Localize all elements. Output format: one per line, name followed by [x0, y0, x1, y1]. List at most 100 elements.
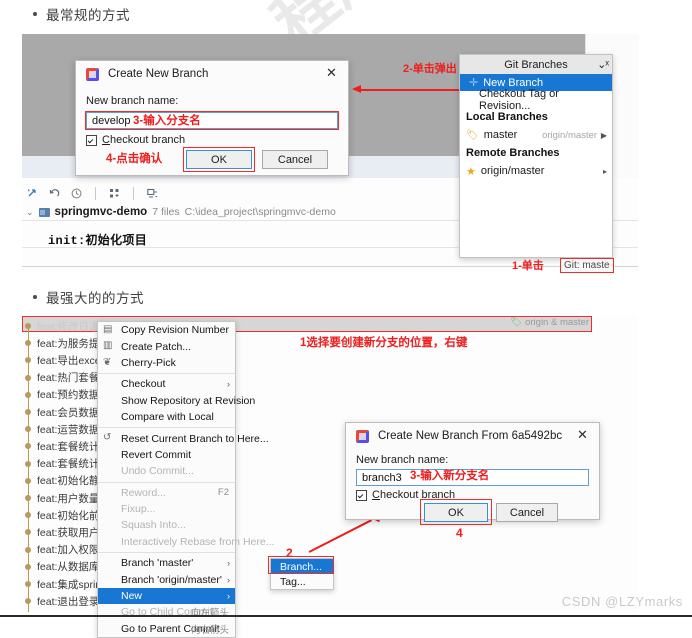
label-rest: heckout branch: [109, 134, 186, 146]
annotation-step-4: 4-点击确认: [106, 153, 163, 165]
chevron-right-icon: ›: [227, 558, 230, 569]
commit-node-icon: [25, 340, 31, 347]
cherry-icon: ❦: [103, 356, 112, 368]
menu-item-reset-current-branch-to-here[interactable]: ↺ Reset Current Branch to Here...: [98, 430, 269, 446]
dialog-2-cancel-button[interactable]: Cancel: [496, 503, 558, 522]
menu-item-shortcut: F2: [217, 487, 229, 499]
menu-item-label: Create Patch...: [121, 340, 192, 353]
commit-node-icon: [25, 323, 31, 329]
submenu-item-tag[interactable]: Tag...: [271, 574, 333, 589]
commit-node-icon: [25, 460, 31, 467]
commit-message: feat:导出excel: [37, 354, 103, 367]
commit-row[interactable]: feat:退出登录: [22, 592, 99, 610]
branch-item-origin-master[interactable]: ★ origin/master ▸: [460, 162, 612, 180]
revert-icon[interactable]: [48, 187, 61, 200]
annotation-step-3: 3-输入分支名: [133, 115, 201, 127]
status-bar-git-branch-chip[interactable]: Git: maste: [560, 258, 614, 273]
menu-item-shortcut: 向右箭头: [190, 624, 229, 636]
menu-item-show-repository-at-revision[interactable]: Show Repository at Revision: [98, 393, 255, 409]
branch-item-master-tracking: origin/master: [542, 129, 597, 141]
annotation-arrow-2-line: [360, 89, 475, 91]
commit-node-icon: [25, 409, 31, 415]
dialog-1-checkout-branch-label: Checkout branch: [102, 134, 185, 146]
git-branches-popup: Git Branches ⌄ˣ ✛ New Branch Checkout Ta…: [459, 54, 613, 258]
dialog-2-title: Create New Branch From 6a5492bc: [378, 430, 563, 442]
menu-item-go-to-child-commit: Go to Child Commit 向左箭头: [98, 604, 235, 620]
chevron-down-icon[interactable]: ⌄: [26, 207, 34, 218]
menu-item-fixup: Fixup...: [98, 501, 235, 517]
checkbox-icon-2: [356, 489, 367, 501]
branch-item-master[interactable]: 🏷 master origin/master ▶: [460, 126, 612, 144]
expand-icon[interactable]: [26, 187, 39, 200]
commit-node-icon: [25, 443, 31, 450]
commit-node-icon: [25, 563, 31, 570]
menu-item-compare-with-local[interactable]: Compare with Local: [98, 409, 235, 425]
section-2-label: 最强大的的方式: [46, 291, 144, 306]
commit-message: feat:退出登录: [37, 595, 100, 608]
commit-node-icon: [25, 374, 31, 381]
project-files-count: 7 files: [152, 206, 180, 218]
submenu-item-branch[interactable]: Branch...: [271, 559, 333, 574]
commit-node-icon: [25, 546, 31, 553]
close-icon[interactable]: ✕: [324, 66, 339, 81]
menu-item-revert-commit[interactable]: Revert Commit: [98, 447, 235, 463]
menu-item-label: Squash Into...: [121, 519, 186, 532]
commit-node-icon: [25, 512, 31, 519]
commit-row[interactable]: feat:导出excel: [22, 351, 103, 369]
menu-item-label: Revert Commit: [121, 448, 192, 461]
menu-item-cherry-pick[interactable]: ❦ Cherry-Pick: [98, 355, 235, 371]
pin-icon[interactable]: ⌄ˣ: [597, 58, 609, 71]
close-icon-2[interactable]: ✕: [575, 428, 590, 443]
menu-item-branch-master[interactable]: Branch 'master' ›: [98, 555, 235, 571]
menu-item-label: Copy Revision Number: [121, 324, 229, 337]
dialog-2-checkout-branch-label: Checkout branch: [372, 489, 455, 501]
menu-item-checkout[interactable]: Checkout ›: [98, 376, 235, 392]
chevron-right-icon-2[interactable]: ▸: [603, 167, 607, 176]
menu-item-branch-origin-master[interactable]: Branch 'origin/master' ›: [98, 571, 235, 587]
annotation-step-2: 2-单击弹出: [403, 63, 457, 75]
menu-item-go-to-parent-commit[interactable]: Go to Parent Commit 向右箭头: [98, 621, 235, 637]
star-icon: ★: [466, 165, 476, 178]
menu-item-label: Branch 'master': [121, 557, 194, 570]
dialog-2-ok-button[interactable]: OK: [424, 503, 488, 522]
menu-item-create-patch[interactable]: ▥ Create Patch...: [98, 338, 235, 354]
show-diff-icon[interactable]: [146, 187, 159, 200]
git-branches-popup-title: Git Branches: [504, 58, 568, 71]
page-root: 程序员 北京昌平校区 最常规的方式: [0, 0, 692, 638]
dialog-1-ok-button[interactable]: OK: [186, 150, 252, 169]
history-icon[interactable]: [70, 187, 83, 200]
commit-row[interactable]: feat:集成spring: [22, 575, 107, 593]
commit-node-icon: [25, 357, 31, 364]
dialog-2-checkout-branch-checkbox[interactable]: Checkout branch: [356, 489, 455, 501]
menu-item-label: Undo Commit...: [121, 465, 194, 478]
commit-node-icon: [25, 391, 31, 398]
menu-item-new[interactable]: New ›: [98, 587, 235, 605]
dialog-1-branch-name-value: develop: [92, 114, 131, 127]
chevron-right-icon: ›: [227, 379, 230, 390]
project-row[interactable]: ⌄ springmvc-demo 7 files C:\idea_project…: [26, 206, 336, 218]
vcs-toolbar: [26, 182, 159, 204]
annotation-step-1: 1-单击: [512, 260, 544, 272]
dialog-1-title: Create New Branch: [108, 68, 209, 80]
dialog-1-checkout-branch-checkbox[interactable]: Checkout branch: [86, 134, 185, 146]
branch-filter-icon[interactable]: [108, 187, 121, 200]
menu-item-label: Branch 'origin/master': [121, 573, 222, 586]
dialog-2-branch-name-label: New branch name:: [356, 454, 449, 466]
menu-separator: [98, 373, 235, 375]
commit-message-init: init:初始化项目: [48, 234, 148, 248]
menu-item-copy-revision-number[interactable]: ▤ Copy Revision Number: [98, 322, 235, 338]
menu-item-checkout-tag[interactable]: Checkout Tag or Revision...: [460, 88, 612, 112]
dialog-1-cancel-button[interactable]: Cancel: [262, 150, 328, 169]
menu-item-label: New: [121, 590, 143, 603]
new-submenu: Branch... Tag...: [270, 558, 334, 590]
section-1-heading: 最常规的方式: [33, 4, 130, 24]
commit-node-icon: [25, 477, 31, 484]
copy-icon: ▤: [103, 324, 113, 335]
folder-icon: [38, 207, 50, 217]
dialog-1-branch-name-input[interactable]: develop: [86, 112, 338, 129]
bullet-dot-icon-2: [33, 295, 37, 299]
chevron-right-icon[interactable]: ▶: [601, 131, 607, 140]
dialog-1-branch-name-label: New branch name:: [86, 95, 179, 107]
accel-letter-2: C: [372, 489, 380, 501]
dialog-1-titlebar: Create New Branch ✕: [76, 61, 348, 87]
